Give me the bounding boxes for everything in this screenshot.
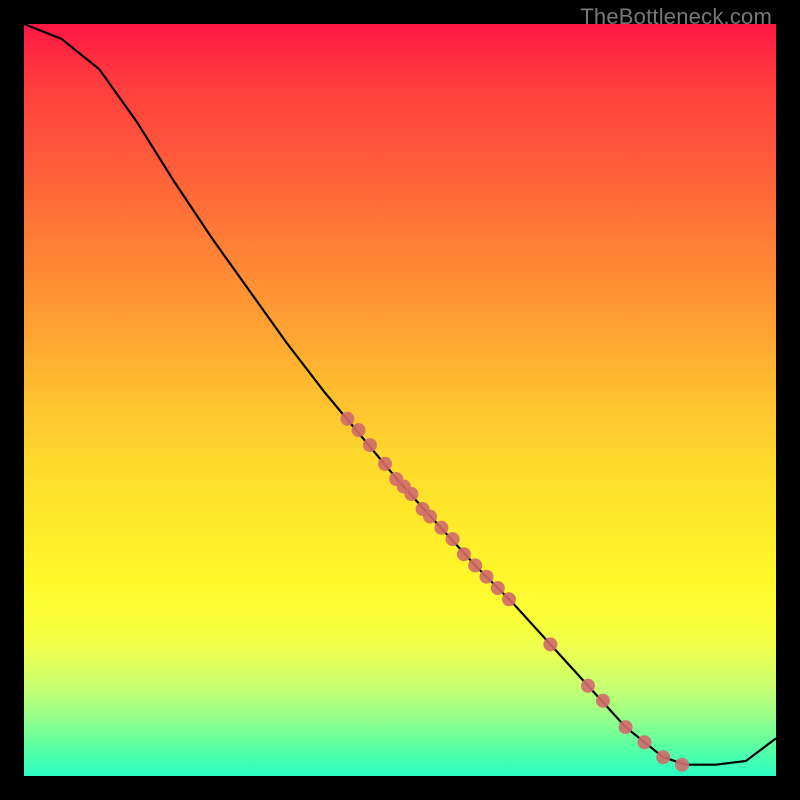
bottleneck-curve: [24, 24, 776, 765]
curve-marker: [675, 758, 689, 772]
curve-markers: [340, 412, 689, 772]
chart-plot-area: [24, 24, 776, 776]
curve-marker: [480, 570, 494, 584]
curve-marker: [457, 547, 471, 561]
curve-marker: [446, 532, 460, 546]
chart-svg: [24, 24, 776, 776]
curve-marker: [596, 694, 610, 708]
curve-marker: [352, 423, 366, 437]
curve-marker: [423, 510, 437, 524]
curve-marker: [378, 457, 392, 471]
curve-marker: [491, 581, 505, 595]
curve-marker: [340, 412, 354, 426]
curve-marker: [502, 592, 516, 606]
curve-marker: [637, 735, 651, 749]
curve-marker: [543, 637, 557, 651]
curve-marker: [404, 487, 418, 501]
curve-marker: [619, 720, 633, 734]
watermark-text: TheBottleneck.com: [580, 4, 772, 30]
curve-marker: [656, 750, 670, 764]
curve-marker: [363, 438, 377, 452]
curve-marker: [581, 679, 595, 693]
curve-marker: [468, 558, 482, 572]
curve-marker: [434, 521, 448, 535]
